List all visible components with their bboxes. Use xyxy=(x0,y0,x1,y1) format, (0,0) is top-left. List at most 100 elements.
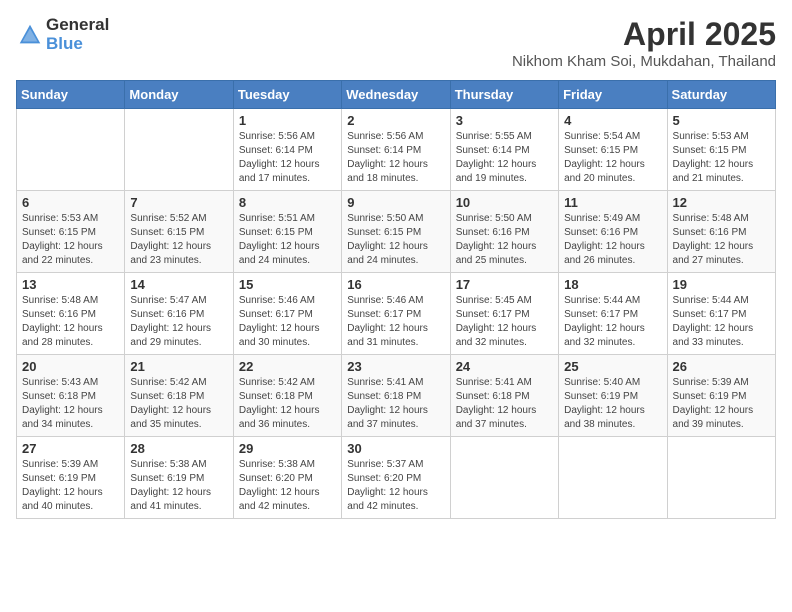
day-info: Sunrise: 5:41 AM Sunset: 6:18 PM Dayligh… xyxy=(456,376,553,432)
location-subtitle: Nikhom Kham Soi, Mukdahan, Thailand xyxy=(512,53,776,70)
day-info: Sunrise: 5:37 AM Sunset: 6:20 PM Dayligh… xyxy=(347,458,444,514)
calendar-cell: 16 Sunrise: 5:46 AM Sunset: 6:17 PM Dayli… xyxy=(342,273,450,355)
calendar-week-3: 20 Sunrise: 5:43 AM Sunset: 6:18 PM Dayli… xyxy=(17,355,776,437)
day-info: Sunrise: 5:40 AM Sunset: 6:19 PM Dayligh… xyxy=(564,376,661,432)
calendar-cell: 18 Sunrise: 5:44 AM Sunset: 6:17 PM Dayli… xyxy=(559,273,667,355)
calendar-cell: 2 Sunrise: 5:56 AM Sunset: 6:14 PM Daylig… xyxy=(342,109,450,191)
header: General Blue April 2025 Nikhom Kham Soi,… xyxy=(16,16,776,70)
day-info: Sunrise: 5:43 AM Sunset: 6:18 PM Dayligh… xyxy=(22,376,119,432)
calendar-cell xyxy=(667,437,775,519)
day-info: Sunrise: 5:46 AM Sunset: 6:17 PM Dayligh… xyxy=(347,294,444,350)
day-info: Sunrise: 5:54 AM Sunset: 6:15 PM Dayligh… xyxy=(564,130,661,186)
title-area: April 2025 Nikhom Kham Soi, Mukdahan, Th… xyxy=(512,16,776,70)
day-of-week-tuesday: Tuesday xyxy=(233,81,341,109)
day-number: 14 xyxy=(130,277,227,292)
day-of-week-monday: Monday xyxy=(125,81,233,109)
day-of-week-thursday: Thursday xyxy=(450,81,558,109)
day-number: 22 xyxy=(239,359,336,374)
calendar-week-1: 6 Sunrise: 5:53 AM Sunset: 6:15 PM Daylig… xyxy=(17,191,776,273)
logo: General Blue xyxy=(16,16,109,53)
calendar-cell xyxy=(17,109,125,191)
day-info: Sunrise: 5:48 AM Sunset: 6:16 PM Dayligh… xyxy=(22,294,119,350)
day-info: Sunrise: 5:39 AM Sunset: 6:19 PM Dayligh… xyxy=(22,458,119,514)
calendar-week-0: 1 Sunrise: 5:56 AM Sunset: 6:14 PM Daylig… xyxy=(17,109,776,191)
calendar-cell: 9Sunrise: 5:50 AM Sunset: 6:15 PM Daylig… xyxy=(342,191,450,273)
day-number: 10 xyxy=(456,195,553,210)
day-number: 16 xyxy=(347,277,444,292)
calendar-cell: 8Sunrise: 5:51 AM Sunset: 6:15 PM Daylig… xyxy=(233,191,341,273)
day-number: 21 xyxy=(130,359,227,374)
calendar-cell: 27 Sunrise: 5:39 AM Sunset: 6:19 PM Dayli… xyxy=(17,437,125,519)
calendar-table: SundayMondayTuesdayWednesdayThursdayFrid… xyxy=(16,80,776,519)
day-number: 26 xyxy=(673,359,770,374)
day-number: 29 xyxy=(239,441,336,456)
day-number: 19 xyxy=(673,277,770,292)
day-of-week-friday: Friday xyxy=(559,81,667,109)
day-info: Sunrise: 5:42 AM Sunset: 6:18 PM Dayligh… xyxy=(239,376,336,432)
calendar-cell: 28 Sunrise: 5:38 AM Sunset: 6:19 PM Dayli… xyxy=(125,437,233,519)
calendar-cell: 19Sunrise: 5:44 AM Sunset: 6:17 PM Dayli… xyxy=(667,273,775,355)
calendar-cell: 7 Sunrise: 5:52 AM Sunset: 6:15 PM Daylig… xyxy=(125,191,233,273)
day-number: 4 xyxy=(564,113,661,128)
day-number: 9 xyxy=(347,195,444,210)
calendar-cell xyxy=(559,437,667,519)
day-info: Sunrise: 5:38 AM Sunset: 6:20 PM Dayligh… xyxy=(239,458,336,514)
day-info: Sunrise: 5:55 AM Sunset: 6:14 PM Dayligh… xyxy=(456,130,553,186)
calendar-cell xyxy=(450,437,558,519)
day-number: 28 xyxy=(130,441,227,456)
day-info: Sunrise: 5:52 AM Sunset: 6:15 PM Dayligh… xyxy=(130,212,227,268)
calendar-week-2: 13 Sunrise: 5:48 AM Sunset: 6:16 PM Dayli… xyxy=(17,273,776,355)
calendar-cell: 14 Sunrise: 5:47 AM Sunset: 6:16 PM Dayli… xyxy=(125,273,233,355)
calendar-header: SundayMondayTuesdayWednesdayThursdayFrid… xyxy=(17,81,776,109)
calendar-week-4: 27 Sunrise: 5:39 AM Sunset: 6:19 PM Dayli… xyxy=(17,437,776,519)
calendar-cell: 24 Sunrise: 5:41 AM Sunset: 6:18 PM Dayli… xyxy=(450,355,558,437)
day-info: Sunrise: 5:45 AM Sunset: 6:17 PM Dayligh… xyxy=(456,294,553,350)
day-number: 8 xyxy=(239,195,336,210)
calendar-cell: 23Sunrise: 5:41 AM Sunset: 6:18 PM Dayli… xyxy=(342,355,450,437)
day-info: Sunrise: 5:56 AM Sunset: 6:14 PM Dayligh… xyxy=(347,130,444,186)
day-info: Sunrise: 5:47 AM Sunset: 6:16 PM Dayligh… xyxy=(130,294,227,350)
day-number: 23 xyxy=(347,359,444,374)
day-number: 1 xyxy=(239,113,336,128)
day-number: 11 xyxy=(564,195,661,210)
calendar-cell: 25 Sunrise: 5:40 AM Sunset: 6:19 PM Dayli… xyxy=(559,355,667,437)
logo-general-text: General xyxy=(46,16,109,35)
day-number: 25 xyxy=(564,359,661,374)
calendar-cell: 12Sunrise: 5:48 AM Sunset: 6:16 PM Dayli… xyxy=(667,191,775,273)
day-info: Sunrise: 5:50 AM Sunset: 6:16 PM Dayligh… xyxy=(456,212,553,268)
day-of-week-wednesday: Wednesday xyxy=(342,81,450,109)
day-number: 20 xyxy=(22,359,119,374)
calendar-cell: 5 Sunrise: 5:53 AM Sunset: 6:15 PM Daylig… xyxy=(667,109,775,191)
day-info: Sunrise: 5:42 AM Sunset: 6:18 PM Dayligh… xyxy=(130,376,227,432)
day-number: 15 xyxy=(239,277,336,292)
calendar-cell: 21 Sunrise: 5:42 AM Sunset: 6:18 PM Dayli… xyxy=(125,355,233,437)
calendar-cell: 20 Sunrise: 5:43 AM Sunset: 6:18 PM Dayli… xyxy=(17,355,125,437)
day-info: Sunrise: 5:38 AM Sunset: 6:19 PM Dayligh… xyxy=(130,458,227,514)
calendar-cell: 4 Sunrise: 5:54 AM Sunset: 6:15 PM Daylig… xyxy=(559,109,667,191)
days-of-week-row: SundayMondayTuesdayWednesdayThursdayFrid… xyxy=(17,81,776,109)
day-number: 5 xyxy=(673,113,770,128)
calendar-cell: 11Sunrise: 5:49 AM Sunset: 6:16 PM Dayli… xyxy=(559,191,667,273)
day-number: 18 xyxy=(564,277,661,292)
month-title: April 2025 xyxy=(512,16,776,53)
day-number: 24 xyxy=(456,359,553,374)
calendar-cell: 26 Sunrise: 5:39 AM Sunset: 6:19 PM Dayli… xyxy=(667,355,775,437)
day-number: 27 xyxy=(22,441,119,456)
day-info: Sunrise: 5:53 AM Sunset: 6:15 PM Dayligh… xyxy=(22,212,119,268)
day-info: Sunrise: 5:44 AM Sunset: 6:17 PM Dayligh… xyxy=(564,294,661,350)
day-of-week-sunday: Sunday xyxy=(17,81,125,109)
logo-blue-text: Blue xyxy=(46,35,109,54)
day-number: 7 xyxy=(130,195,227,210)
day-info: Sunrise: 5:53 AM Sunset: 6:15 PM Dayligh… xyxy=(673,130,770,186)
calendar-cell: 13 Sunrise: 5:48 AM Sunset: 6:16 PM Dayli… xyxy=(17,273,125,355)
calendar-cell: 30Sunrise: 5:37 AM Sunset: 6:20 PM Dayli… xyxy=(342,437,450,519)
calendar-cell xyxy=(125,109,233,191)
day-number: 17 xyxy=(456,277,553,292)
calendar-cell: 22 Sunrise: 5:42 AM Sunset: 6:18 PM Dayli… xyxy=(233,355,341,437)
day-number: 12 xyxy=(673,195,770,210)
day-of-week-saturday: Saturday xyxy=(667,81,775,109)
day-info: Sunrise: 5:39 AM Sunset: 6:19 PM Dayligh… xyxy=(673,376,770,432)
day-number: 2 xyxy=(347,113,444,128)
day-number: 13 xyxy=(22,277,119,292)
day-number: 6 xyxy=(22,195,119,210)
